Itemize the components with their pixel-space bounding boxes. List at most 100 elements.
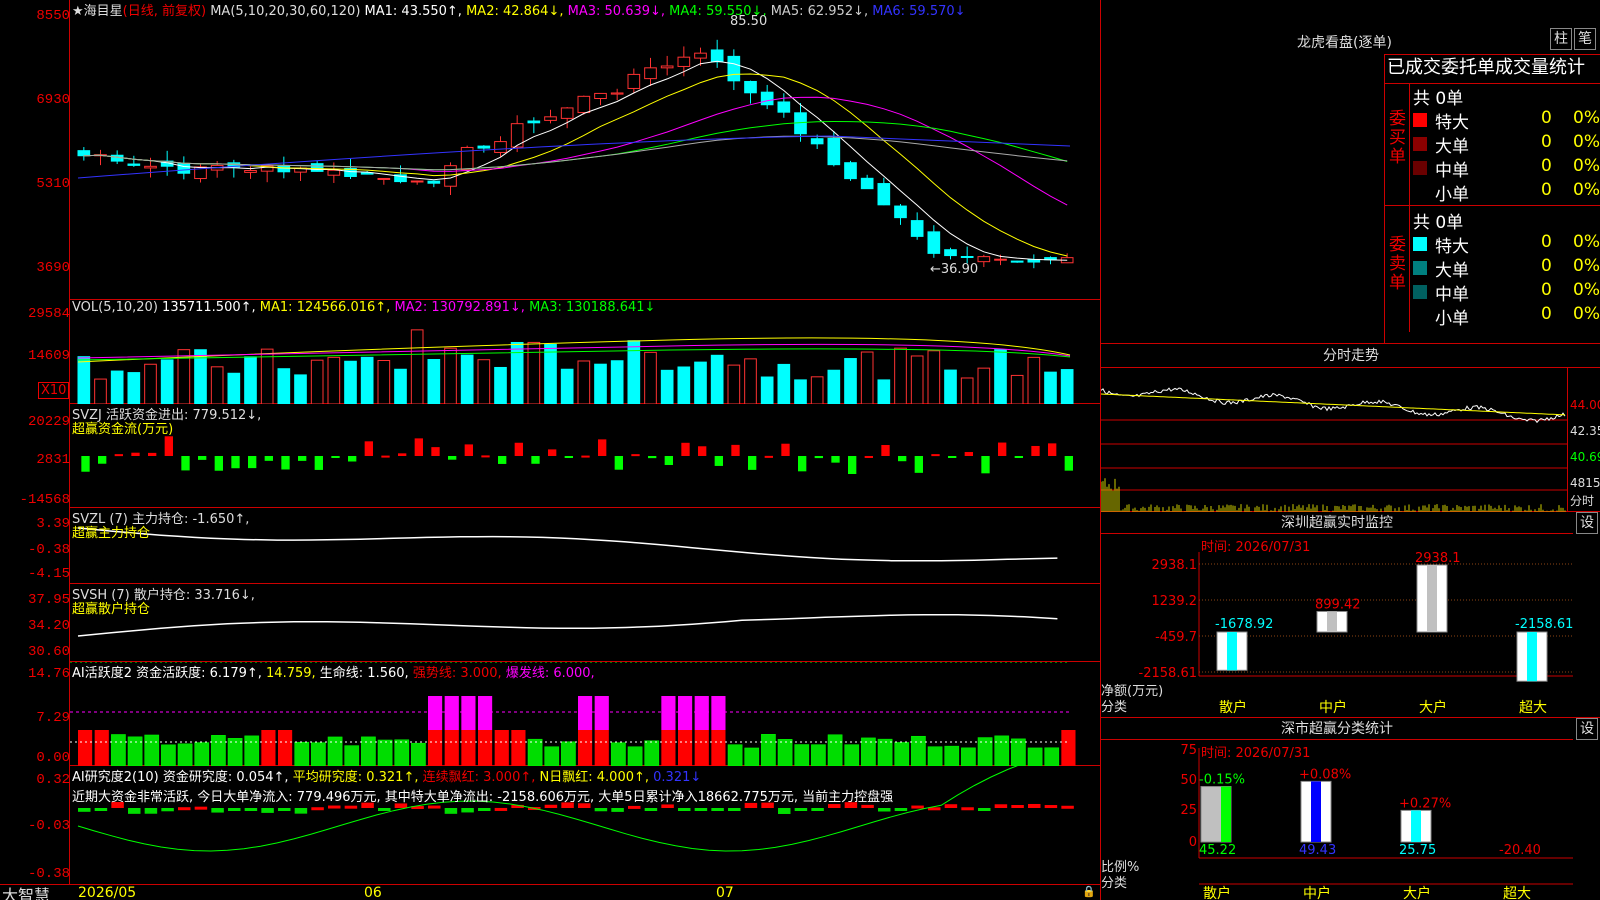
- activity-bar: [444, 730, 459, 766]
- longhu-table: 委买单 共 0单 特大 0 0% 大单 0 0% 中单 0 0% 小单 0 0% 委卖单 共 0单 特…: [1384, 84, 1600, 344]
- fund-flow-bar: [498, 456, 507, 464]
- activity-bar: [727, 744, 743, 766]
- volume-chart[interactable]: [70, 300, 1100, 404]
- lock-icon[interactable]: 🔒: [1082, 885, 1096, 898]
- stock-name[interactable]: ★海目星: [72, 4, 123, 19]
- volume-bar: [727, 364, 741, 404]
- kline-pane[interactable]: ★海目星(日线, 前复权) MA(5,10,20,30,60,120) MA1:…: [70, 0, 1100, 300]
- research-bar: [861, 804, 874, 808]
- volume-bar: [210, 366, 224, 404]
- volume-bar: [810, 376, 824, 404]
- ma1-value: MA1: 43.550↑,: [364, 4, 462, 19]
- vol-ytick: 14609: [27, 348, 70, 364]
- time-axis: 大智慧 2026/05 06 07 🔒: [0, 884, 1100, 900]
- ai-research-header: AI研究度2(10) 资金研究度: 0.054↑, 平均研究度: 0.321↑,…: [72, 766, 701, 785]
- volume-bar: [994, 349, 1007, 404]
- research-bar: [478, 808, 491, 811]
- fund-flow-bar: [531, 456, 540, 464]
- ma5-value: MA5: 62.952↓,: [770, 4, 869, 19]
- fenshi-unit: 分时: [1570, 494, 1595, 508]
- row-pct: 0%: [1573, 256, 1600, 276]
- activity-bar: [777, 739, 793, 766]
- candle: [177, 162, 191, 174]
- st-ytick: 50: [1180, 773, 1197, 788]
- ai2-ytick: -0.03: [27, 818, 70, 834]
- candle: [410, 180, 424, 183]
- chart-area[interactable]: ★海目星(日线, 前复权) MA(5,10,20,30,60,120) MA1:…: [0, 0, 1100, 900]
- volume-bar: [227, 372, 241, 404]
- longhu-title: 龙虎看盘(逐单): [1297, 35, 1392, 51]
- ai1-t1: AI活跃度2 资金活跃度: 6.179↑,: [72, 666, 262, 681]
- fund-flow-bar: [198, 456, 207, 460]
- candle: [427, 180, 441, 184]
- volume-bar: [944, 369, 957, 404]
- legend-swatch: [1413, 185, 1427, 199]
- activity-bar: [611, 742, 626, 766]
- candle: [610, 92, 624, 95]
- svzj-pane[interactable]: SVZJ 活跃资金进出: 779.512↓, 超赢资金流(万元): [70, 404, 1100, 508]
- sz-stats-chart[interactable]: 75 50 25 0 -0.15% 45.22 散户 +0.08% 49.43 中户 +0.27% 2…: [1101, 718, 1600, 900]
- activity-bar: [428, 696, 443, 730]
- svzl-pane[interactable]: SVZL (7) 主力持仓: -1.650↑, 超赢主力持仓: [70, 508, 1100, 584]
- activity-bar: [278, 730, 293, 766]
- ai-activity-pane[interactable]: AI活跃度2 资金活跃度: 6.179↑, 14.759, 生命线: 1.560…: [70, 662, 1100, 766]
- volume-bar: [827, 369, 841, 404]
- sz-monitor-panel[interactable]: 深圳超赢实时监控 设 时间: 2026/07/31 2938.1 1239.2 -4…: [1101, 512, 1600, 718]
- sz-stats-panel[interactable]: 深市超赢分类统计 设 时间: 2026/07/31 75 50 25 0 -0.15% 4…: [1101, 718, 1600, 900]
- fund-flow-bar: [581, 455, 590, 458]
- volume-bar: [1060, 369, 1074, 404]
- vol-ma3: MA3: 130188.641↓: [529, 300, 656, 315]
- volume-bar: [610, 360, 624, 404]
- activity-bar: [694, 730, 709, 766]
- candle: [877, 183, 891, 206]
- fenshi-chart[interactable]: [1101, 368, 1567, 512]
- bar-value: -20.40: [1499, 843, 1541, 858]
- svsh-pane[interactable]: SVSH (7) 散户持仓: 33.716↓, 超赢散户持仓: [70, 584, 1100, 662]
- volume-bar: [127, 372, 141, 404]
- category-label: 中户: [1319, 699, 1347, 716]
- kline-ytick: 5310: [36, 176, 70, 192]
- tick-mode-button[interactable]: 笔: [1574, 28, 1596, 50]
- bar-stripe: [1221, 786, 1231, 842]
- research-bar: [444, 808, 458, 814]
- kline-chart[interactable]: [70, 0, 1100, 300]
- ai1-ytick: 7.29: [36, 710, 70, 726]
- sz-ytick: -2158.61: [1139, 666, 1197, 681]
- research-bar: [1028, 803, 1041, 808]
- fund-flow-bar: [1014, 456, 1023, 458]
- candle: [744, 80, 757, 94]
- kline-type[interactable]: (日线, 前复权): [123, 4, 206, 19]
- sell-section: 委卖单 共 0单 特大 0 0% 大单 0 0% 中单 0 0% 小单 0 0%: [1385, 206, 1600, 336]
- row-name: 特大: [1435, 237, 1469, 257]
- bar-mode-button[interactable]: 柱: [1550, 28, 1572, 50]
- volume-pane[interactable]: VOL(5,10,20) 135711.500↑, MA1: 124566.01…: [70, 300, 1100, 404]
- ai1-t4: 强势线: 3.000,: [412, 666, 502, 681]
- svsh-ytick: 30.60: [27, 644, 70, 660]
- row-pct: 0%: [1573, 280, 1600, 300]
- category-label: 大户: [1403, 885, 1431, 900]
- sz-monitor-chart[interactable]: 2938.1 1239.2 -459.7 -2158.61 -1678.92 散户 899.…: [1101, 512, 1600, 718]
- bar-label: 899.42: [1315, 597, 1361, 612]
- activity-bar: [678, 730, 693, 766]
- price-line: [1101, 387, 1566, 424]
- ai2-ytick: -0.38: [27, 866, 70, 882]
- svzj-ytick: -14568: [19, 492, 70, 508]
- ai-research-pane[interactable]: AI研究度2(10) 资金研究度: 0.054↑, 平均研究度: 0.321↑,…: [70, 766, 1100, 884]
- ai1-t3: 生命线: 1.560,: [319, 666, 409, 681]
- fenshi-panel[interactable]: 分时走势 44.00 42.35 40.69 4815 分时: [1101, 344, 1600, 512]
- research-bar: [594, 808, 608, 812]
- fund-flow-bar: [431, 447, 440, 456]
- row-pct: 0%: [1573, 304, 1600, 324]
- fund-flow-bar: [914, 456, 923, 473]
- research-bar: [278, 808, 291, 811]
- category-label: 大户: [1419, 699, 1447, 716]
- research-bar: [194, 806, 208, 810]
- research-bar: [728, 808, 741, 811]
- kline-ytick: 6930: [36, 92, 70, 108]
- legend-swatch: [1413, 137, 1427, 151]
- st-ytick: 0: [1189, 835, 1197, 850]
- volume-bar: [977, 367, 991, 404]
- candle: [910, 220, 924, 237]
- activity-bar: [594, 696, 609, 730]
- fund-flow-bar: [881, 445, 890, 456]
